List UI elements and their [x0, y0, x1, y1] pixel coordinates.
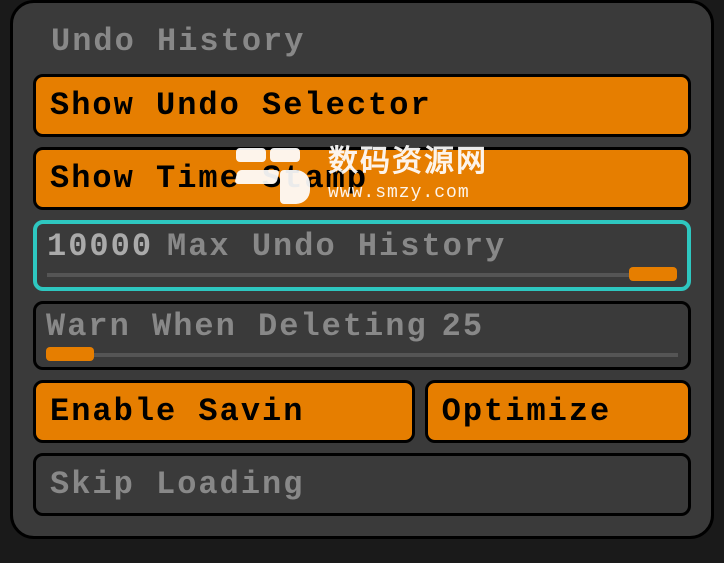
max-undo-value: 10000 [47, 228, 153, 265]
skip-loading-button[interactable]: Skip Loading [33, 453, 691, 516]
enable-saving-button[interactable]: Enable Savin [33, 380, 415, 443]
button-row: Enable Savin Optimize [33, 380, 691, 443]
max-undo-history-slider[interactable]: 10000 Max Undo History [33, 220, 691, 291]
warn-deleting-slider[interactable]: Warn When Deleting 25 [33, 301, 691, 370]
max-undo-track[interactable] [47, 267, 677, 285]
show-undo-selector-button[interactable]: Show Undo Selector [33, 74, 691, 137]
max-undo-label: Max Undo History [167, 228, 506, 265]
warn-deleting-value: 25 [442, 308, 484, 345]
optimize-button[interactable]: Optimize [425, 380, 691, 443]
slider-line [46, 353, 678, 357]
slider-line [47, 273, 677, 277]
warn-deleting-label: Warn When Deleting [46, 308, 428, 345]
undo-history-panel: Undo History Show Undo Selector Show Tim… [10, 0, 714, 539]
slider-handle-icon[interactable] [629, 267, 677, 281]
warn-deleting-track[interactable] [46, 347, 678, 365]
panel-title: Undo History [33, 15, 691, 74]
show-time-stamp-button[interactable]: Show Time Stamp [33, 147, 691, 210]
slider-handle-icon[interactable] [46, 347, 94, 361]
